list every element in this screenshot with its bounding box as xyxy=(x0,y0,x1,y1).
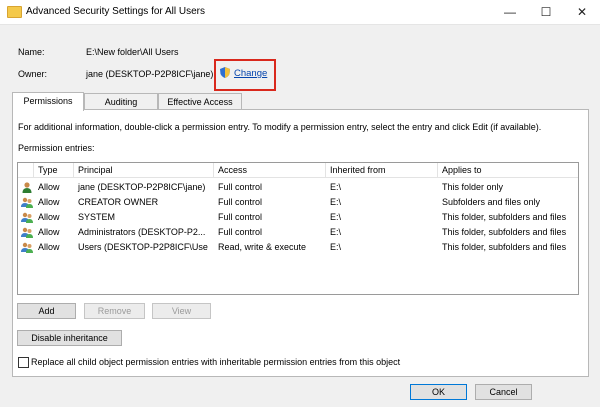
add-button[interactable]: Add xyxy=(17,303,76,319)
change-owner-link[interactable]: Change xyxy=(234,68,267,79)
title-bar: Advanced Security Settings for All Users… xyxy=(0,0,600,25)
cancel-button[interactable]: Cancel xyxy=(475,384,532,400)
cell-inherited-from: E:\ xyxy=(330,242,342,252)
cell-inherited-from: E:\ xyxy=(330,197,342,207)
cell-principal: Administrators (DESKTOP-P2... xyxy=(78,227,206,237)
tab-effective-access[interactable]: Effective Access xyxy=(158,93,242,110)
column-header-icon[interactable] xyxy=(18,163,34,178)
owner-value: jane (DESKTOP-P2P8ICF\jane) xyxy=(86,69,214,79)
cell-access: Full control xyxy=(218,182,263,192)
permission-entries-label: Permission entries: xyxy=(18,143,95,153)
replace-child-permissions-label: Replace all child object permission entr… xyxy=(31,357,401,367)
folder-icon xyxy=(7,6,22,18)
name-label: Name: xyxy=(18,47,45,57)
remove-button[interactable]: Remove xyxy=(84,303,145,319)
info-text: For additional information, double-click… xyxy=(18,122,542,132)
close-button[interactable]: ✕ xyxy=(564,0,600,24)
cell-applies-to: This folder, subfolders and files xyxy=(442,227,567,237)
cell-access: Read, write & execute xyxy=(218,242,307,252)
cell-type: Allow xyxy=(38,227,60,237)
table-row[interactable]: Allow Administrators (DESKTOP-P2... Full c… xyxy=(18,225,578,240)
cell-inherited-from: E:\ xyxy=(330,212,342,222)
ok-button[interactable]: OK xyxy=(410,384,467,400)
cell-applies-to: Subfolders and files only xyxy=(442,197,541,207)
table-row[interactable]: Allow jane (DESKTOP-P2P8ICF\jane) Full con… xyxy=(18,180,578,195)
user-group-icon xyxy=(21,242,33,253)
replace-child-permissions-checkbox[interactable] xyxy=(18,357,29,368)
column-header-access[interactable]: Access xyxy=(214,163,326,178)
user-group-icon xyxy=(21,197,33,208)
cell-type: Allow xyxy=(38,197,60,207)
cell-access: Full control xyxy=(218,227,263,237)
tab-permissions[interactable]: Permissions xyxy=(12,92,84,111)
cell-principal: SYSTEM xyxy=(78,212,116,222)
cell-applies-to: This folder, subfolders and files xyxy=(442,212,567,222)
cell-principal: CREATOR OWNER xyxy=(78,197,159,207)
cell-access: Full control xyxy=(218,197,263,207)
user-group-icon xyxy=(21,227,33,238)
cell-access: Full control xyxy=(218,212,263,222)
uac-shield-icon xyxy=(220,67,230,78)
column-header-inherited-from[interactable]: Inherited from xyxy=(326,163,438,178)
cell-inherited-from: E:\ xyxy=(330,182,342,192)
disable-inheritance-button[interactable]: Disable inheritance xyxy=(17,330,122,346)
view-button[interactable]: View xyxy=(152,303,211,319)
cell-principal: Users (DESKTOP-P2P8ICF\Use xyxy=(78,242,208,252)
cell-applies-to: This folder only xyxy=(442,182,504,192)
window-title: Advanced Security Settings for All Users xyxy=(26,6,205,17)
table-row[interactable]: Allow Users (DESKTOP-P2P8ICF\Use Read, wri… xyxy=(18,240,578,255)
cell-type: Allow xyxy=(38,212,60,222)
column-header-applies-to[interactable]: Applies to xyxy=(438,163,578,178)
single-user-icon xyxy=(22,182,32,193)
cell-principal: jane (DESKTOP-P2P8ICF\jane) xyxy=(78,182,206,192)
cell-inherited-from: E:\ xyxy=(330,227,342,237)
column-header-principal[interactable]: Principal xyxy=(74,163,214,178)
tab-auditing[interactable]: Auditing xyxy=(84,93,158,110)
owner-label: Owner: xyxy=(18,69,48,79)
table-row[interactable]: Allow CREATOR OWNER Full control E:\ Subfold… xyxy=(18,195,578,210)
column-header-type[interactable]: Type xyxy=(34,163,74,178)
maximize-button[interactable]: ☐ xyxy=(528,0,564,24)
table-row[interactable]: Allow SYSTEM Full control E:\ This folder, s… xyxy=(18,210,578,225)
cell-applies-to: This folder, subfolders and files xyxy=(442,242,567,252)
minimize-button[interactable]: — xyxy=(492,0,528,24)
cell-type: Allow xyxy=(38,182,60,192)
user-group-icon xyxy=(21,212,33,223)
name-value: E:\New folder\All Users xyxy=(86,47,179,57)
permission-entries-list[interactable]: Type Principal Access Inherited from App… xyxy=(17,162,579,295)
cell-type: Allow xyxy=(38,242,60,252)
